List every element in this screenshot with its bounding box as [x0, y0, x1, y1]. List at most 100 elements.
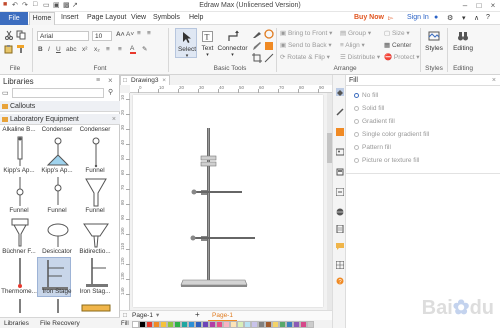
color-swatch[interactable] [265, 321, 272, 328]
size-button[interactable]: ▢ Size ▾ [384, 29, 410, 37]
color-swatch[interactable] [153, 321, 160, 328]
fill-panel-close-icon[interactable]: × [492, 75, 496, 86]
page-dropdown-icon[interactable]: ▾ [156, 311, 159, 320]
layers-icon[interactable] [336, 168, 344, 176]
color-swatch[interactable] [258, 321, 265, 328]
line-style-icon[interactable] [336, 108, 344, 116]
ellipse-shape-icon[interactable] [264, 29, 274, 39]
sign-in-link[interactable]: Sign In [407, 14, 429, 21]
group-button[interactable]: ▤ Group ▾ [340, 29, 371, 37]
cut-icon[interactable] [4, 30, 14, 40]
pen-tool-icon[interactable] [252, 29, 262, 39]
paragraph-icon[interactable]: ≡ [147, 30, 151, 37]
color-swatch[interactable] [188, 321, 195, 328]
library-search-input[interactable] [12, 88, 104, 98]
ruler-tool-symbol[interactable] [78, 299, 114, 315]
buy-now-link[interactable]: Buy Now [354, 14, 384, 21]
color-swatch[interactable] [230, 321, 237, 328]
bring-to-front-button[interactable]: ▣ Bring to Front ▾ [280, 29, 332, 37]
bold-button[interactable]: B [38, 46, 43, 53]
text-tool-button[interactable]: T Text ▾ [199, 28, 216, 58]
search-icon[interactable]: ⚲ [108, 88, 113, 96]
connector-tool-button[interactable]: Connector ▾ [217, 28, 248, 58]
italic-button[interactable]: I [48, 46, 50, 53]
color-swatch[interactable] [146, 321, 153, 328]
font-name-select[interactable]: Arial [37, 31, 89, 41]
minimize-button[interactable]: – [458, 0, 472, 12]
menu-insert[interactable]: Insert [61, 14, 79, 21]
superscript-button[interactable]: x² [82, 46, 87, 53]
color-swatch[interactable] [195, 321, 202, 328]
color-swatch[interactable] [272, 321, 279, 328]
font-size-select[interactable]: 10 [92, 31, 112, 41]
color-swatch[interactable] [293, 321, 300, 328]
fill-option-gradient[interactable]: Gradient fill [362, 118, 395, 125]
buchner-funnel-symbol[interactable] [78, 216, 114, 250]
fill-icon[interactable] [336, 88, 344, 96]
center-button[interactable]: ▦ Center [384, 41, 411, 49]
fill-option-no-fill[interactable]: No fill [362, 92, 378, 99]
alkaline-burette-symbol[interactable] [2, 135, 38, 169]
fill-radio-single-gradient[interactable] [354, 132, 359, 137]
options-dropdown-icon[interactable]: ▾ [462, 14, 466, 22]
thermometer-symbol[interactable] [2, 256, 38, 290]
section-close-icon[interactable]: × [112, 114, 116, 125]
tab-file-recovery[interactable]: File Recovery [40, 320, 80, 327]
page-tab[interactable]: Page-1 [132, 311, 153, 320]
document-tab-close-icon[interactable]: × [162, 76, 166, 85]
panel-close-icon[interactable]: × [108, 76, 113, 85]
color-swatch[interactable] [139, 321, 146, 328]
underline-button[interactable]: U [56, 46, 61, 53]
library-section-laboratory-equipment[interactable]: Laboratory Equipment × [0, 114, 120, 125]
color-swatch[interactable] [167, 321, 174, 328]
send-to-back-button[interactable]: ▣ Send to Back ▾ [280, 41, 332, 49]
tab-libraries[interactable]: Libraries [4, 320, 29, 327]
burette-symbol[interactable] [2, 297, 38, 315]
color-swatch[interactable] [132, 321, 139, 328]
menu-view[interactable]: View [131, 14, 146, 21]
bullets-button[interactable]: ≡ [106, 46, 110, 53]
editing-button[interactable]: Editing [450, 29, 476, 63]
format-painter-icon[interactable] [16, 44, 26, 54]
color-swatch[interactable] [223, 321, 230, 328]
strikethrough-button[interactable]: abc [66, 46, 76, 53]
library-section-callouts[interactable]: Callouts [0, 101, 120, 112]
kipps-apparatus-symbol[interactable] [2, 175, 38, 209]
rectangle-shape-icon[interactable] [264, 41, 274, 51]
select-tool-button[interactable]: Select ▾ [175, 28, 197, 59]
color-swatch[interactable] [279, 321, 286, 328]
funnel-symbol[interactable] [2, 216, 38, 250]
fill-radio-gradient[interactable] [354, 119, 359, 124]
condenser-symbol[interactable] [40, 135, 76, 169]
line-shape-icon[interactable] [264, 53, 274, 63]
color-swatch[interactable] [174, 321, 181, 328]
fill-option-single-gradient[interactable]: Single color gradient fill [362, 131, 429, 138]
highlight-button[interactable]: ✎ [142, 45, 147, 53]
menu-file[interactable]: File [0, 12, 28, 25]
fill-option-solid[interactable]: Solid fill [362, 105, 384, 112]
subscript-button[interactable]: x₂ [94, 46, 100, 53]
color-swatch[interactable] [181, 321, 188, 328]
globe-icon[interactable] [336, 208, 344, 216]
menu-symbols[interactable]: Symbols [153, 14, 180, 21]
color-swatch[interactable] [237, 321, 244, 328]
question-icon[interactable]: ? [336, 277, 344, 285]
settings-icon[interactable]: ⚙ [447, 14, 453, 22]
close-button[interactable]: × [486, 0, 500, 12]
color-swatch[interactable] [286, 321, 293, 328]
library-folder-icon[interactable]: ▭ [2, 89, 9, 97]
distribute-button[interactable]: ☰ Distribute ▾ [340, 53, 380, 61]
panel-menu-icon[interactable]: ≡ [96, 77, 100, 84]
funnel-symbol[interactable] [40, 216, 76, 250]
maximize-button[interactable]: □ [472, 0, 486, 12]
iron-stand-drawing[interactable] [133, 95, 323, 307]
cart-icon[interactable]: ▻ [388, 14, 393, 22]
minimize-ribbon-icon[interactable]: ∧ [474, 14, 479, 22]
fill-radio-solid[interactable] [354, 106, 359, 111]
protect-button[interactable]: ⛔ Protect ▾ [384, 53, 420, 61]
rotate-flip-button[interactable]: ⟳ Rotate & Flip ▾ [280, 53, 330, 61]
iron-stage-symbol[interactable] [78, 256, 114, 290]
condenser-symbol[interactable] [78, 135, 114, 169]
color-swatch[interactable] [307, 321, 314, 328]
menu-help[interactable]: Help [189, 14, 203, 21]
